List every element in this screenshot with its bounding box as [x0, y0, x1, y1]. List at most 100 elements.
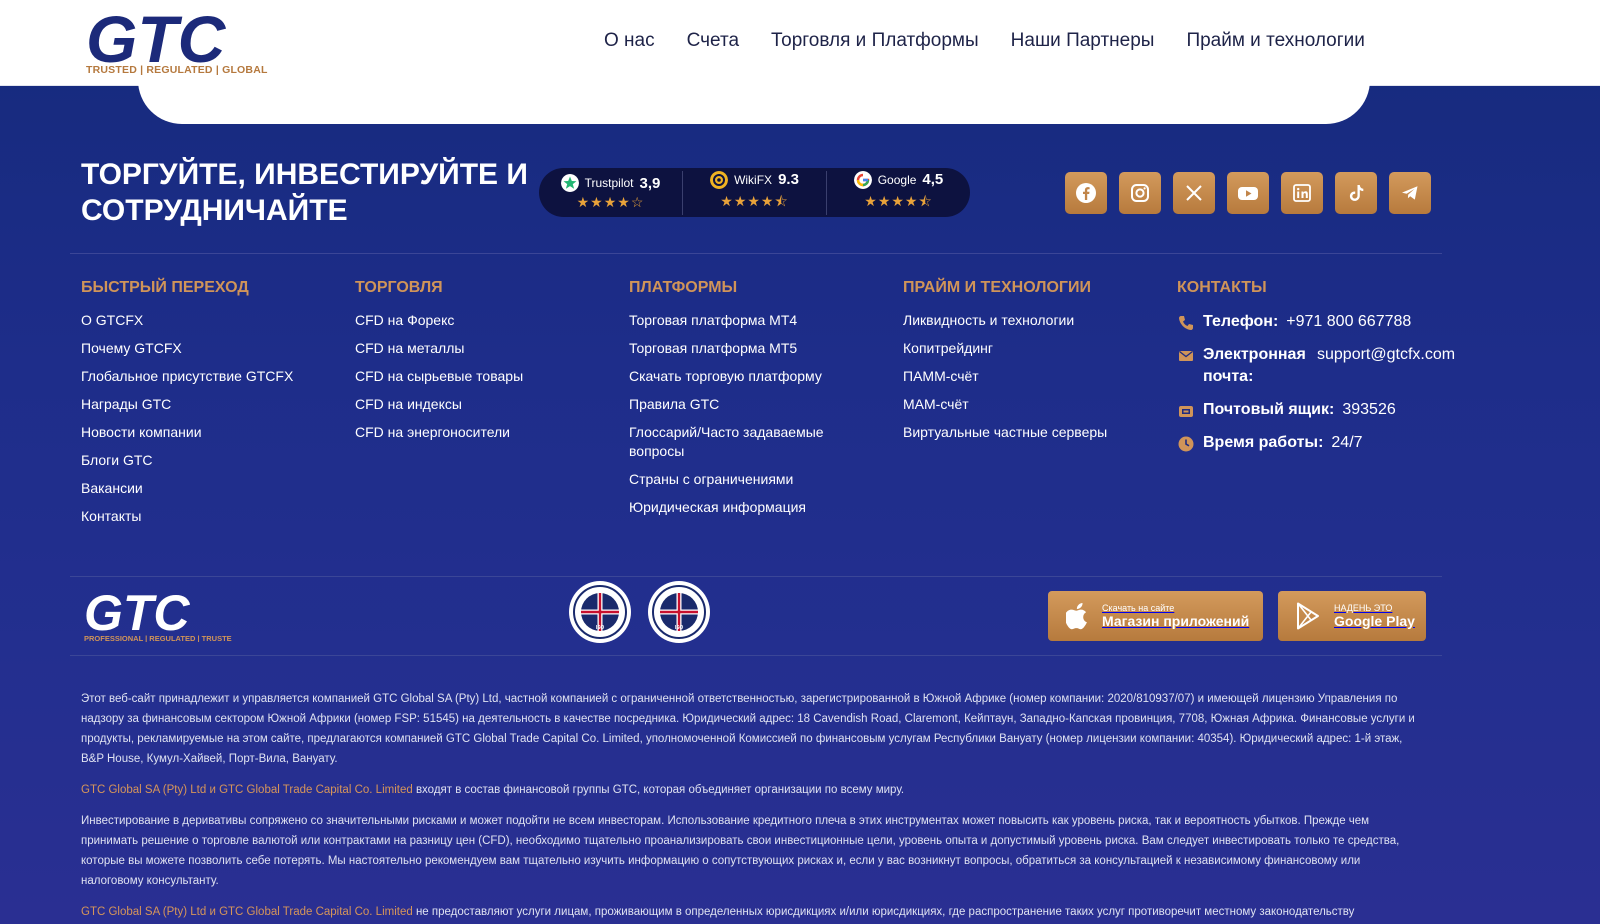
contact-phone: Телефон: +971 800 667788: [1177, 311, 1457, 333]
link-mt5[interactable]: Торговая платформа MT5: [629, 340, 797, 356]
column-trading: Торговля CFD на Форекс CFD на металлы CF…: [355, 279, 523, 451]
link-download-platform[interactable]: Скачать торговую платформу: [629, 368, 822, 384]
legal-text: не предоставляют услуги лицам, проживающ…: [412, 906, 1355, 918]
content-bottom-curve: [138, 80, 1370, 124]
contact-pobox: Почтовый ящик: 393526: [1177, 399, 1457, 421]
main-nav: О нас Счета Торговля и Платформы Наши Па…: [604, 30, 1365, 52]
link-legal-info[interactable]: Юридическая информация: [629, 499, 806, 515]
link-copytrading[interactable]: Копитрейдинг: [903, 340, 993, 356]
nav-accounts[interactable]: Счета: [687, 30, 739, 52]
link-cfd-forex[interactable]: CFD на Форекс: [355, 312, 454, 328]
rating-wikifx[interactable]: WikiFX 9.3 ★★★★⯪: [682, 170, 826, 215]
contact-label: Почтовый ящик:: [1203, 401, 1335, 418]
app-store-button[interactable]: Скачать на сайте Магазин приложений: [1048, 591, 1263, 641]
gtc-logo-white[interactable]: GTC PROFESSIONAL | REGULATED | TRUSTED: [82, 586, 232, 642]
nav-trading-platforms[interactable]: Торговля и Платформы: [771, 30, 979, 52]
google-play-button[interactable]: НАДЕНЬ ЭТО Google Play: [1278, 591, 1426, 641]
link-company-news[interactable]: Новости компании: [81, 424, 202, 440]
clock-icon: [1178, 436, 1194, 452]
social-links: [1065, 172, 1431, 214]
facebook-icon[interactable]: [1065, 172, 1107, 214]
linkedin-icon[interactable]: [1281, 172, 1323, 214]
nav-partners[interactable]: Наши Партнеры: [1011, 30, 1155, 52]
legal-entity-highlight[interactable]: GTC Global SA (Pty) Ltd и GTC Global Tra…: [81, 784, 413, 796]
rating-stars: ★★★★⯪: [720, 192, 789, 209]
rating-name: Google: [877, 172, 917, 187]
footer-divider: [70, 576, 1442, 577]
phone-number[interactable]: +971 800 667788: [1286, 311, 1411, 333]
footer-headline: ТОРГУЙТЕ, ИНВЕСТИРУЙТЕ И СОТРУДНИЧАЙТЕ: [81, 158, 528, 227]
google-icon: [853, 170, 872, 189]
appstore-small-label: Скачать на сайте: [1102, 603, 1175, 613]
rating-score: 9.3: [778, 171, 799, 188]
rating-google[interactable]: Google 4,5 ★★★★⯪: [826, 170, 970, 215]
rating-score: 3,9: [639, 174, 661, 192]
link-gtc-rules[interactable]: Правила GTC: [629, 396, 719, 412]
legal-paragraph-group: GTC Global SA (Pty) Ltd и GTC Global Tra…: [81, 780, 1421, 800]
legal-text: входят в состав финансовой группы GTC, к…: [412, 784, 905, 796]
link-global-presence[interactable]: Глобальное присутствие GTCFX: [81, 368, 293, 384]
footer-divider: [70, 253, 1442, 254]
google-play-icon: [1297, 602, 1319, 630]
contact-label: Электронная почта:: [1203, 346, 1306, 385]
contact-label: Время работы:: [1203, 434, 1324, 451]
apple-icon: [1066, 603, 1087, 630]
rating-name: WikiFX: [734, 172, 773, 187]
rating-score: 4,5: [922, 171, 944, 188]
site-header: GTC TRUSTED | REGULATED | GLOBAL О нас С…: [0, 0, 1600, 86]
column-prime-tech: Прайм и технологии Ликвидность и техноло…: [903, 279, 1107, 451]
link-blogs[interactable]: Блоги GTC: [81, 452, 153, 468]
link-awards[interactable]: Награды GTC: [81, 396, 171, 412]
column-platforms: Платформы Торговая платформа MT4 Торгова…: [629, 279, 849, 526]
link-cfd-indices[interactable]: CFD на индексы: [355, 396, 462, 412]
link-vps[interactable]: Виртуальные частные серверы: [903, 424, 1107, 440]
email-icon: [1179, 350, 1193, 361]
column-quick-links: Быстрый переход О GTCFX Почему GTCFX Гло…: [81, 279, 293, 535]
rating-stars: ★★★★☆: [576, 194, 645, 210]
link-cfd-metals[interactable]: CFD на металлы: [355, 340, 464, 356]
column-title: Торговля: [355, 279, 443, 296]
youtube-icon[interactable]: [1227, 172, 1269, 214]
appstore-big-label: Магазин приложений: [1102, 613, 1250, 629]
work-hours: 24/7: [1331, 434, 1363, 451]
svg-text:ISO: ISO: [596, 625, 605, 631]
link-cfd-energy[interactable]: CFD на энергоносители: [355, 424, 510, 440]
link-careers[interactable]: Вакансии: [81, 480, 143, 496]
iso-certification-seal: ISO: [569, 581, 631, 643]
rating-trustpilot[interactable]: Trustpilot 3,9 ★★★★☆: [539, 174, 682, 211]
link-why-gtcfx[interactable]: Почему GTCFX: [81, 340, 182, 356]
instagram-icon[interactable]: [1119, 172, 1161, 214]
pobox-number: 393526: [1342, 401, 1396, 418]
link-about-gtcfx[interactable]: О GTCFX: [81, 312, 143, 328]
link-glossary-faq[interactable]: Глоссарий/Часто задаваемые вопросы: [629, 424, 824, 459]
nav-prime-tech[interactable]: Прайм и технологии: [1186, 30, 1364, 52]
link-restricted-countries[interactable]: Страны с ограничениями: [629, 471, 793, 487]
tiktok-icon[interactable]: [1335, 172, 1377, 214]
mailbox-icon: [1179, 406, 1193, 417]
iso-certification-seal: ISO: [648, 581, 710, 643]
column-title: Прайм и технологии: [903, 279, 1091, 296]
column-title: Платформы: [629, 279, 738, 296]
contact-hours: Время работы: 24/7: [1177, 432, 1457, 454]
link-cfd-commodities[interactable]: CFD на сырьевые товары: [355, 368, 523, 384]
nav-about[interactable]: О нас: [604, 30, 655, 52]
telegram-icon[interactable]: [1389, 172, 1431, 214]
gplay-small-label: НАДЕНЬ ЭТО: [1334, 603, 1393, 613]
link-pamm[interactable]: ПАММ-счёт: [903, 368, 979, 384]
x-icon[interactable]: [1173, 172, 1215, 214]
link-contacts[interactable]: Контакты: [81, 508, 141, 524]
link-mt4[interactable]: Торговая платформа MT4: [629, 312, 797, 328]
legal-entity-highlight[interactable]: GTC Global SA (Pty) Ltd и GTC Global Tra…: [81, 906, 413, 918]
column-contacts: Контакты Телефон: +971 800 667788 Электр…: [1177, 279, 1457, 465]
svg-text:GTC: GTC: [84, 586, 190, 641]
email-address[interactable]: support@gtcfx.com: [1317, 344, 1455, 366]
wikifx-icon: [710, 170, 729, 189]
link-mam[interactable]: МАМ-счёт: [903, 396, 969, 412]
contact-email: Электронная почта: support@gtcfx.com: [1177, 344, 1457, 388]
legal-disclaimer: Этот веб-сайт принадлежит и управляется …: [81, 689, 1421, 924]
svg-text:PROFESSIONAL | REGULATED | TRU: PROFESSIONAL | REGULATED | TRUSTED: [84, 634, 232, 642]
logo-tagline: TRUSTED | REGULATED | GLOBAL: [86, 64, 268, 76]
legal-paragraph-jurisdiction: GTC Global SA (Pty) Ltd и GTC Global Tra…: [81, 902, 1421, 922]
link-liquidity-tech[interactable]: Ликвидность и технологии: [903, 312, 1074, 328]
svg-text:ISO: ISO: [675, 625, 684, 631]
